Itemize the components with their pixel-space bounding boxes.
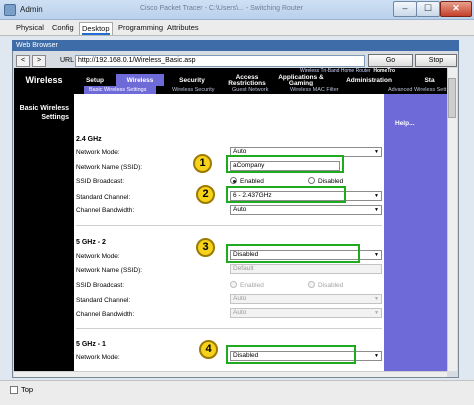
ssid-label: Network Name (SSID): (76, 164, 143, 171)
ssid-label: Network Name (SSID): (76, 267, 143, 274)
chevron-down-icon: ▼ (374, 252, 379, 258)
back-button[interactable]: < (16, 55, 30, 67)
chevron-down-icon: ▼ (374, 296, 379, 302)
subnav-advanced-wireless[interactable]: Advanced Wireless Sett (388, 86, 447, 94)
subnav-guest-network[interactable]: Guest Network (232, 86, 268, 94)
router-brand: Wireless (14, 68, 74, 94)
bottom-bar (0, 380, 474, 405)
annotation-badge-4: 4 (199, 340, 218, 359)
bandwidth-label: Channel Bandwidth: (76, 311, 135, 318)
ssid-broadcast-label: SSID Broadcast: (76, 282, 125, 289)
highlight-box-3 (226, 244, 360, 263)
bandwidth-label: Channel Bandwidth: (76, 207, 135, 214)
channel-label: Standard Channel: (76, 194, 131, 201)
network-mode-label: Network Mode: (76, 149, 120, 156)
channel-value-5g2: Auto (233, 295, 247, 302)
browser-title: Web Browser (12, 40, 459, 51)
close-button[interactable]: ✕ (440, 1, 472, 17)
broadcast-enabled-radio-24[interactable] (230, 177, 237, 184)
section-title-5ghz-1: 5 GHz - 1 (76, 341, 106, 348)
go-button[interactable]: Go (368, 54, 413, 67)
chevron-down-icon: ▼ (374, 353, 379, 359)
section-divider (76, 225, 382, 226)
bandwidth-select-5g2[interactable]: Auto ▼ (230, 308, 382, 318)
bandwidth-value-5g2: Auto (233, 309, 247, 316)
annotation-badge-2: 2 (196, 185, 215, 204)
top-checkbox[interactable] (10, 386, 18, 394)
section-divider (76, 328, 382, 329)
network-mode-label: Network Mode: (76, 253, 120, 260)
bandwidth-select-24[interactable]: Auto ▼ (230, 205, 382, 215)
broadcast-disabled-label-24: Disabled (318, 178, 344, 185)
settings-content (74, 94, 384, 371)
channel-label: Standard Channel: (76, 297, 131, 304)
url-input[interactable]: http://192.168.0.1/Wireless_Basic.asp (75, 55, 365, 67)
chevron-down-icon: ▼ (374, 207, 379, 213)
help-link[interactable]: Help... (395, 120, 415, 127)
maximize-button[interactable]: ☐ (416, 1, 440, 17)
highlight-box-1 (226, 155, 344, 173)
section-title-24ghz: 2.4 GHz (76, 136, 102, 143)
chevron-down-icon: ▼ (374, 310, 379, 316)
broadcast-enabled-label-5g2: Enabled (240, 282, 264, 289)
horizontal-scrollbar[interactable] (14, 371, 447, 377)
stop-button[interactable]: Stop (415, 54, 457, 67)
chevron-down-icon: ▼ (374, 193, 379, 199)
broadcast-disabled-radio-5g2[interactable] (308, 281, 315, 288)
tab-programming[interactable]: Programming (116, 22, 165, 35)
help-panel (384, 94, 447, 371)
url-label: URL (60, 57, 75, 64)
annotation-badge-1: 1 (193, 154, 212, 173)
section-title-5ghz-2: 5 GHz - 2 (76, 239, 106, 246)
annotation-badge-3: 3 (196, 238, 215, 257)
broadcast-disabled-radio-24[interactable] (308, 177, 315, 184)
chevron-down-icon: ▼ (374, 149, 379, 155)
minimize-button[interactable]: – (393, 1, 417, 17)
highlight-box-4 (226, 345, 356, 364)
tab-desktop-label: Desktop (82, 24, 110, 35)
app-icon (4, 4, 16, 16)
top-checkbox-label: Top (21, 385, 34, 394)
window-ghost-title: Cisco Packet Tracer - C:\Users\... - Swi… (140, 5, 303, 12)
subnav-basic-wireless[interactable]: Basic Wireless Settings (84, 86, 156, 94)
subnav-wireless-security[interactable]: Wireless Security (172, 86, 214, 94)
ssid-input-5g2[interactable]: Default (230, 264, 382, 274)
channel-select-5g2[interactable]: Auto ▼ (230, 294, 382, 304)
network-mode-value-24: Auto (233, 148, 247, 155)
scroll-thumb[interactable] (448, 78, 456, 118)
ssid-broadcast-label: SSID Broadcast: (76, 178, 125, 185)
broadcast-enabled-radio-5g2[interactable] (230, 281, 237, 288)
bandwidth-value-24: Auto (233, 206, 247, 213)
router-sidebar (14, 94, 74, 371)
forward-button[interactable]: > (32, 55, 46, 67)
subnav-mac-filter[interactable]: Wireless MAC Filter (290, 86, 339, 94)
broadcast-disabled-label-5g2: Disabled (318, 282, 344, 289)
window-title: Admin (20, 5, 43, 14)
tab-physical[interactable]: Physical (14, 22, 46, 35)
sidebar-title: Basic Wireless Settings (19, 105, 69, 121)
tab-desktop[interactable]: Desktop (79, 22, 113, 35)
network-mode-label: Network Mode: (76, 354, 120, 361)
broadcast-enabled-label-24: Enabled (240, 178, 264, 185)
highlight-box-2 (226, 186, 346, 203)
tab-attributes[interactable]: Attributes (165, 22, 201, 35)
tab-config[interactable]: Config (50, 22, 76, 35)
